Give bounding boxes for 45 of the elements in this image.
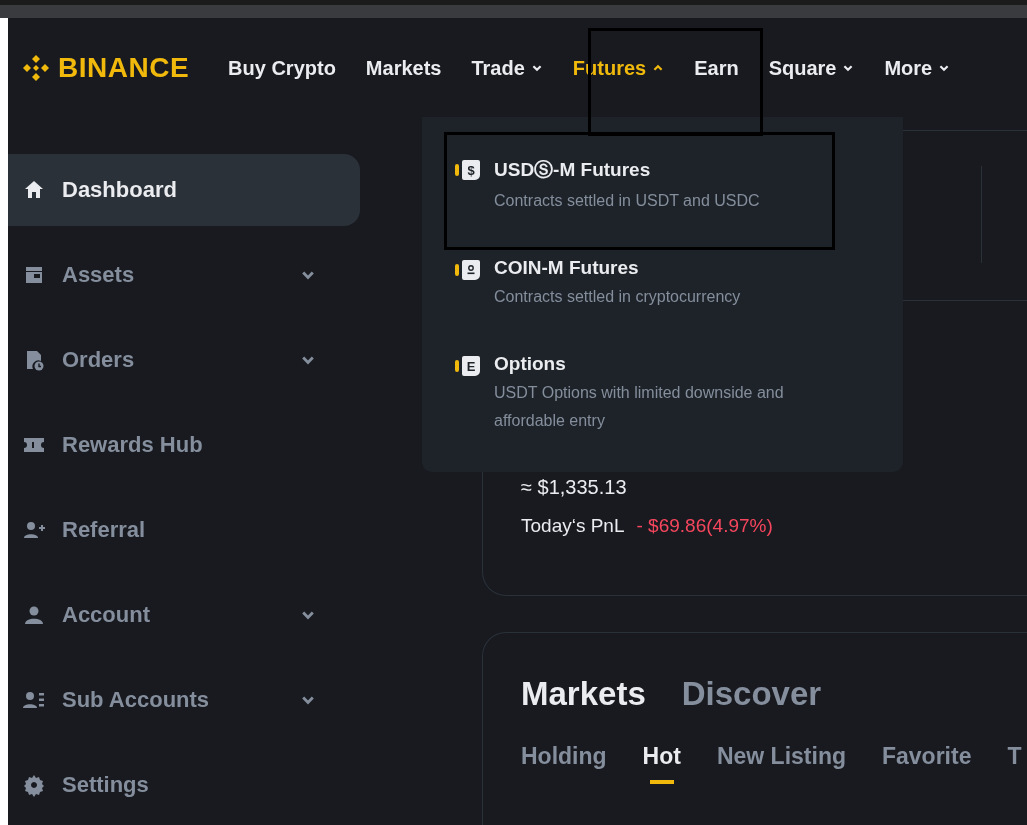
market-tab[interactable]: T <box>1007 743 1022 784</box>
menu-item-title: Options <box>494 353 567 375</box>
market-tab[interactable]: Favorite <box>882 743 972 784</box>
market-tab[interactable]: New Listing <box>716 743 846 784</box>
menu-item-title: USDⓈ-M Futures <box>494 158 652 182</box>
coin-document-icon <box>455 260 480 280</box>
menu-item[interactable]: COIN-M Futures Contracts settled in cryptocurrency <box>455 257 903 311</box>
settings-icon <box>22 773 46 797</box>
nav-link[interactable]: Futures <box>559 56 678 80</box>
brand-name[interactable]: BINANCE <box>58 52 190 84</box>
nav-link[interactable]: Markets <box>352 56 455 80</box>
sidebar-label: Account <box>62 602 151 628</box>
sidebar-label: Dashboard <box>62 177 178 203</box>
menu-item-description: USDT Options with limited downside and affordable entry <box>494 383 785 431</box>
market-tab[interactable]: Holding <box>521 743 607 784</box>
sidebar-item[interactable]: Sub Accounts <box>8 664 360 736</box>
nav-link[interactable]: Earn <box>681 56 752 80</box>
sidebar-item[interactable]: Settings <box>8 749 360 821</box>
sidebar-label: Assets <box>62 262 136 288</box>
pnl-value: - $69.86(4.97%) <box>636 515 773 537</box>
nav-link[interactable]: Square <box>755 56 868 80</box>
market-tab[interactable]: Hot <box>642 743 681 784</box>
nav-link[interactable]: More <box>871 56 964 80</box>
nav-link[interactable]: Trade <box>458 56 556 80</box>
section-tab[interactable]: Discover <box>681 675 822 713</box>
sidebar-item[interactable]: Orders <box>8 324 360 396</box>
menu-item-description: Contracts settled in USDT and USDC <box>494 191 761 211</box>
sidebar-label: Orders <box>62 347 136 373</box>
menu-item-description: Contracts settled in cryptocurrency <box>494 287 742 307</box>
sidebar-label: Sub Accounts <box>62 687 211 713</box>
sidebar-item[interactable]: Referral <box>8 494 360 566</box>
section-tab[interactable]: Markets <box>521 675 646 713</box>
balance-estimate: ≈ $1,335.13 <box>521 476 628 499</box>
sidebar-label: Settings <box>62 772 150 798</box>
nav-link[interactable]: Buy Crypto <box>215 56 349 80</box>
sidebar-label: Referral <box>62 517 147 543</box>
menu-item[interactable]: E Options USDT Options with limited downside and affordable entry <box>455 353 903 435</box>
sidebar-item[interactable]: Dashboard <box>8 154 360 226</box>
sidebar-item[interactable]: Rewards Hub <box>8 409 360 481</box>
sidebar-item[interactable]: Account <box>8 579 360 651</box>
pnl-label: Today‘s PnL <box>521 515 625 537</box>
menu-item-title: COIN-M Futures <box>494 257 640 279</box>
menu-item[interactable]: $ USDⓈ-M Futures Contracts settled in USDT and USDC <box>455 157 903 215</box>
sidebar-label: Rewards Hub <box>62 432 204 458</box>
sidebar-item[interactable]: Assets <box>8 239 360 311</box>
